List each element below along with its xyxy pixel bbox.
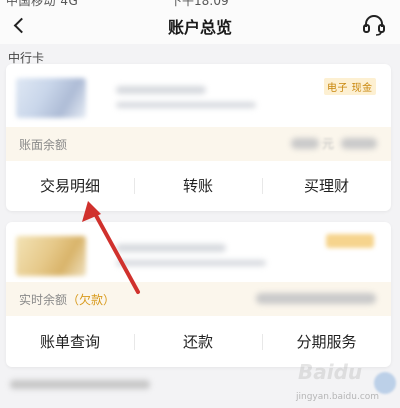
balance-extra-redacted: [341, 138, 377, 149]
balance-row: 账面余额 元: [6, 127, 391, 161]
realtime-balance-text: 实时余额: [19, 293, 68, 307]
carrier-label: 中国移动 4G: [6, 0, 79, 8]
balance-label: 账面余额: [19, 138, 68, 152]
card-name-redacted: [116, 102, 256, 108]
repayment-button[interactable]: 还款: [134, 320, 262, 364]
nav-bar: 账户总览: [0, 8, 400, 44]
balance-unit: 元: [322, 137, 335, 151]
e-cash-badge: 电子 现金: [324, 78, 376, 95]
balance-value-redacted: [291, 138, 319, 149]
balance-value-redacted: [256, 293, 376, 304]
card-name-redacted: [116, 260, 266, 266]
watermark-url: jingyan.baidu.com: [296, 392, 380, 402]
debt-label: （欠款）: [67, 293, 116, 307]
balance-row: 实时余额（欠款）: [6, 282, 391, 316]
card-number-redacted: [116, 86, 206, 94]
card-number-redacted: [116, 244, 226, 252]
watermark: Baidu: [298, 360, 363, 384]
chevron-icon[interactable]: [374, 372, 396, 394]
transaction-details-button[interactable]: 交易明细: [6, 164, 134, 208]
transfer-button[interactable]: 转账: [134, 164, 262, 208]
headset-icon[interactable]: [360, 12, 388, 40]
status-time: 下午18:09: [170, 0, 229, 8]
status-bar: 中国移动 4G 下午18:09: [0, 0, 400, 8]
account-card-debit[interactable]: 电子 现金 账面余额 元 交易明细 转账 买理财: [6, 64, 391, 211]
page-title: 账户总览: [167, 18, 232, 37]
footer-text-redacted: [10, 380, 150, 389]
action-row: 交易明细 转账 买理财: [6, 164, 391, 208]
card-image: [16, 236, 86, 276]
realtime-balance-label: 实时余额（欠款）: [19, 291, 115, 308]
card-image: [16, 78, 86, 118]
bill-inquiry-button[interactable]: 账单查询: [6, 320, 134, 364]
card-badge-redacted: [326, 234, 374, 248]
action-row: 账单查询 还款 分期服务: [6, 320, 391, 364]
installment-service-button[interactable]: 分期服务: [262, 320, 391, 364]
account-card-credit[interactable]: 实时余额（欠款） 账单查询 还款 分期服务: [6, 222, 391, 367]
buy-wealth-product-button[interactable]: 买理财: [262, 164, 391, 208]
